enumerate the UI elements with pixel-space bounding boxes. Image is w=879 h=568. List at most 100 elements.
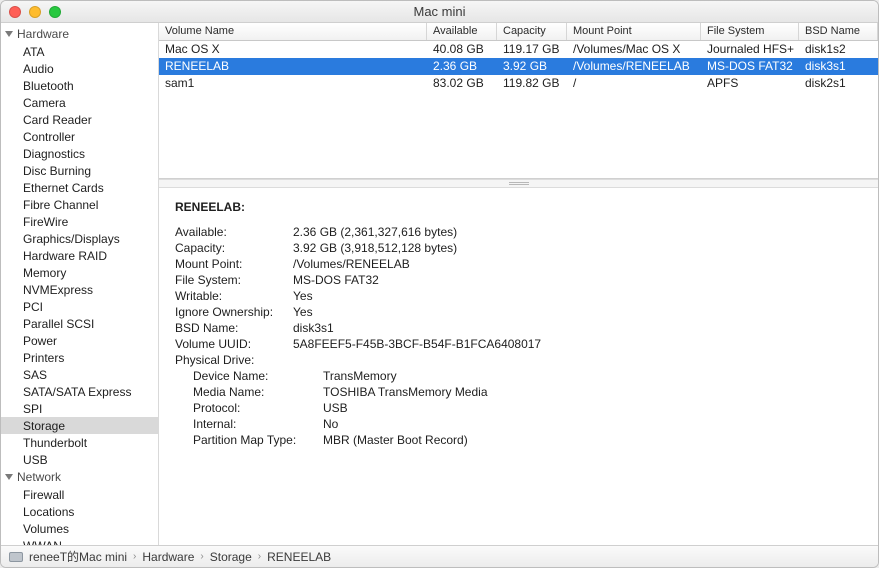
detail-row: Internal:No — [175, 416, 862, 432]
col-available[interactable]: Available — [427, 23, 497, 40]
zoom-icon[interactable] — [49, 6, 61, 18]
sidebar-item[interactable]: Card Reader — [1, 111, 158, 128]
detail-row: Writable:Yes — [175, 288, 862, 304]
detail-value: MS-DOS FAT32 — [293, 272, 379, 288]
detail-value: disk3s1 — [293, 320, 334, 336]
minimize-icon[interactable] — [29, 6, 41, 18]
titlebar[interactable]: Mac mini — [1, 1, 878, 23]
detail-row: Physical Drive: — [175, 352, 862, 368]
pathbar-segment[interactable]: reneeT的Mac mini — [29, 548, 127, 565]
col-volume-name[interactable]: Volume Name — [159, 23, 427, 40]
pathbar-segment[interactable]: Storage — [210, 550, 252, 564]
grip-icon — [509, 182, 529, 185]
table-header[interactable]: Volume Name Available Capacity Mount Poi… — [159, 23, 878, 41]
sidebar-item[interactable]: Bluetooth — [1, 77, 158, 94]
table-body: Mac OS X40.08 GB119.17 GB/Volumes/Mac OS… — [159, 41, 878, 92]
col-mount-point[interactable]: Mount Point — [567, 23, 701, 40]
disclosure-triangle-icon[interactable] — [5, 31, 13, 37]
sidebar-item[interactable]: Memory — [1, 264, 158, 281]
sidebar-item[interactable]: Diagnostics — [1, 145, 158, 162]
detail-row: Media Name:TOSHIBA TransMemory Media — [175, 384, 862, 400]
table-cell: 3.92 GB — [497, 58, 567, 75]
col-capacity[interactable]: Capacity — [497, 23, 567, 40]
sidebar-item[interactable]: Parallel SCSI — [1, 315, 158, 332]
col-file-system[interactable]: File System — [701, 23, 799, 40]
disclosure-triangle-icon[interactable] — [5, 474, 13, 480]
sidebar-item[interactable]: Hardware RAID — [1, 247, 158, 264]
sidebar-item[interactable]: Audio — [1, 60, 158, 77]
table-row[interactable]: Mac OS X40.08 GB119.17 GB/Volumes/Mac OS… — [159, 41, 878, 58]
table-cell: Journaled HFS+ — [701, 41, 799, 58]
table-cell: Mac OS X — [159, 41, 427, 58]
table-row[interactable]: RENEELAB2.36 GB3.92 GB/Volumes/RENEELABM… — [159, 58, 878, 75]
detail-row: Capacity:3.92 GB (3,918,512,128 bytes) — [175, 240, 862, 256]
sidebar-item[interactable]: NVMExpress — [1, 281, 158, 298]
sidebar-item[interactable]: SATA/SATA Express — [1, 383, 158, 400]
sidebar-item[interactable]: Ethernet Cards — [1, 179, 158, 196]
table-cell: 2.36 GB — [427, 58, 497, 75]
sidebar-item[interactable]: Locations — [1, 503, 158, 520]
sidebar-item[interactable]: USB — [1, 451, 158, 468]
detail-key: Media Name: — [175, 384, 323, 400]
chevron-right-icon: › — [133, 551, 136, 562]
detail-rows: Available:2.36 GB (2,361,327,616 bytes)C… — [175, 224, 862, 448]
sidebar-item[interactable]: Graphics/Displays — [1, 230, 158, 247]
sidebar-item[interactable]: FireWire — [1, 213, 158, 230]
sidebar-item[interactable]: SPI — [1, 400, 158, 417]
chevron-right-icon: › — [258, 551, 261, 562]
table-cell: /Volumes/Mac OS X — [567, 41, 701, 58]
detail-key: File System: — [175, 272, 293, 288]
sidebar-item[interactable]: Power — [1, 332, 158, 349]
detail-pane: RENEELAB: Available:2.36 GB (2,361,327,6… — [159, 188, 878, 545]
table-cell: 40.08 GB — [427, 41, 497, 58]
col-bsd-name[interactable]: BSD Name — [799, 23, 878, 40]
detail-value: Yes — [293, 288, 313, 304]
sidebar-item[interactable]: Printers — [1, 349, 158, 366]
detail-key: Available: — [175, 224, 293, 240]
table-cell: 119.82 GB — [497, 75, 567, 92]
sidebar-item[interactable]: Thunderbolt — [1, 434, 158, 451]
detail-key: Internal: — [175, 416, 323, 432]
sidebar-item[interactable]: Storage — [1, 417, 158, 434]
volumes-table: Volume Name Available Capacity Mount Poi… — [159, 23, 878, 179]
sidebar-group-header[interactable]: Network — [1, 468, 158, 486]
sidebar[interactable]: Hardware ATAAudioBluetoothCameraCard Read… — [1, 23, 159, 545]
sidebar-item[interactable]: Volumes — [1, 520, 158, 537]
table-cell: disk2s1 — [799, 75, 878, 92]
detail-key: Mount Point: — [175, 256, 293, 272]
detail-row: Device Name:TransMemory — [175, 368, 862, 384]
sidebar-item[interactable]: ATA — [1, 43, 158, 60]
sidebar-item[interactable]: Controller — [1, 128, 158, 145]
window: Mac mini Hardware ATAAudioBluetoothCamera… — [0, 0, 879, 568]
detail-key: BSD Name: — [175, 320, 293, 336]
sidebar-item[interactable]: Firewall — [1, 486, 158, 503]
sidebar-item[interactable]: Fibre Channel — [1, 196, 158, 213]
sidebar-group-label: Hardware — [17, 27, 69, 41]
detail-row: File System:MS-DOS FAT32 — [175, 272, 862, 288]
table-row[interactable]: sam183.02 GB119.82 GB/APFSdisk2s1 — [159, 75, 878, 92]
splitter[interactable] — [159, 179, 878, 188]
detail-value: TOSHIBA TransMemory Media — [323, 384, 488, 400]
sidebar-item[interactable]: SAS — [1, 366, 158, 383]
detail-row: BSD Name:disk3s1 — [175, 320, 862, 336]
sidebar-group-header[interactable]: Hardware — [1, 25, 158, 43]
detail-row: Mount Point:/Volumes/RENEELAB — [175, 256, 862, 272]
main: Volume Name Available Capacity Mount Poi… — [159, 23, 878, 545]
sidebar-item[interactable]: Camera — [1, 94, 158, 111]
close-icon[interactable] — [9, 6, 21, 18]
sidebar-group-label: Network — [17, 470, 61, 484]
pathbar-segment[interactable]: Hardware — [142, 550, 194, 564]
detail-row: Partition Map Type:MBR (Master Boot Reco… — [175, 432, 862, 448]
pathbar[interactable]: reneeT的Mac mini›Hardware›Storage›RENEELA… — [1, 545, 878, 567]
sidebar-item[interactable]: Disc Burning — [1, 162, 158, 179]
sidebar-item[interactable]: PCI — [1, 298, 158, 315]
detail-value: TransMemory — [323, 368, 397, 384]
table-cell: /Volumes/RENEELAB — [567, 58, 701, 75]
table-cell: MS-DOS FAT32 — [701, 58, 799, 75]
detail-row: Volume UUID:5A8FEEF5-F45B-3BCF-B54F-B1FC… — [175, 336, 862, 352]
detail-value: /Volumes/RENEELAB — [293, 256, 410, 272]
detail-value: No — [323, 416, 338, 432]
pathbar-segment[interactable]: RENEELAB — [267, 550, 331, 564]
sidebar-item[interactable]: WWAN — [1, 537, 158, 545]
detail-key: Volume UUID: — [175, 336, 293, 352]
